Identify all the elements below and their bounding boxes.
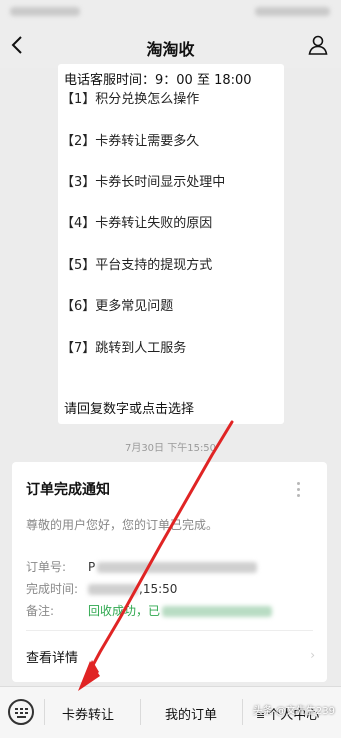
menu-option-7[interactable]: 【7】跳转到人工服务 xyxy=(61,337,186,356)
chevron-right-icon: › xyxy=(310,648,315,662)
menu-tab-card-transfer[interactable]: 卡券转让 xyxy=(62,704,114,723)
menu-tab-label: 我的订单 xyxy=(165,708,218,723)
order-complete-notice-card[interactable]: 订单完成通知 尊敬的用户您好，您的订单已完成。 订单号: P 完成时间: ,15:5… xyxy=(12,462,327,682)
menu-option-5[interactable]: 【5】平台支持的提现方式 xyxy=(61,254,212,273)
completion-time-row: 完成时间: ,15:50 xyxy=(26,580,177,597)
menu-option-3[interactable]: 【3】卡券长时间显示处理中 xyxy=(61,171,225,190)
status-time-blurred xyxy=(10,7,80,16)
menu-option-2[interactable]: 【2】卡券转让需要多久 xyxy=(61,130,199,149)
menu-tab-my-orders[interactable]: 我的订单 xyxy=(165,704,217,723)
menu-option-6[interactable]: 【6】更多常见问题 xyxy=(61,295,173,314)
menu-option-1[interactable]: 【1】积分兑换怎么操作 xyxy=(61,88,199,107)
reply-prompt-text: 请回复数字或点击选择 xyxy=(64,402,195,417)
notice-greeting: 尊敬的用户您好，您的订单已完成。 xyxy=(26,518,219,532)
completion-date-redacted xyxy=(88,584,138,595)
view-details-link[interactable]: 查看详情 xyxy=(26,647,78,666)
divider xyxy=(44,699,45,725)
divider xyxy=(140,699,141,725)
user-icon xyxy=(308,35,328,55)
order-number-value: P xyxy=(88,560,96,574)
more-options-button[interactable] xyxy=(297,482,301,500)
menu-tab-label: 卡券转让 xyxy=(62,708,115,723)
note-value: 回收成功，已 xyxy=(88,604,161,618)
status-bar xyxy=(0,0,341,24)
keyboard-toggle-button[interactable] xyxy=(8,699,34,725)
service-menu-message: 电话客服时间：9：00 至 18:00 【1】积分兑换怎么操作 【2】卡券转让需… xyxy=(58,64,284,424)
chat-title: 淘淘收 xyxy=(146,40,195,59)
menu-option-4[interactable]: 【4】卡券转让失败的原因 xyxy=(61,212,212,231)
top-nav-bar: 淘淘收 xyxy=(0,24,341,68)
completion-time-value: ,15:50 xyxy=(139,582,178,596)
order-number-row: 订单号: P xyxy=(26,558,258,575)
profile-button[interactable] xyxy=(307,34,329,56)
divider xyxy=(242,699,243,725)
note-redacted xyxy=(162,606,273,617)
service-hours-text: 电话客服时间：9：00 至 18:00 xyxy=(64,73,252,88)
card-divider xyxy=(26,630,313,631)
message-timestamp: 7月30日 下午15:50 xyxy=(124,443,217,454)
order-number-redacted xyxy=(97,562,258,573)
completion-time-label: 完成时间: xyxy=(26,582,79,596)
note-row: 备注: 回收成功，已 xyxy=(26,602,273,619)
note-label: 备注: xyxy=(26,604,55,618)
notice-title: 订单完成通知 xyxy=(26,482,110,498)
status-icons-blurred xyxy=(255,7,330,16)
order-number-label: 订单号: xyxy=(26,560,67,574)
watermark-text: 头条 @文先生239 xyxy=(252,706,335,717)
